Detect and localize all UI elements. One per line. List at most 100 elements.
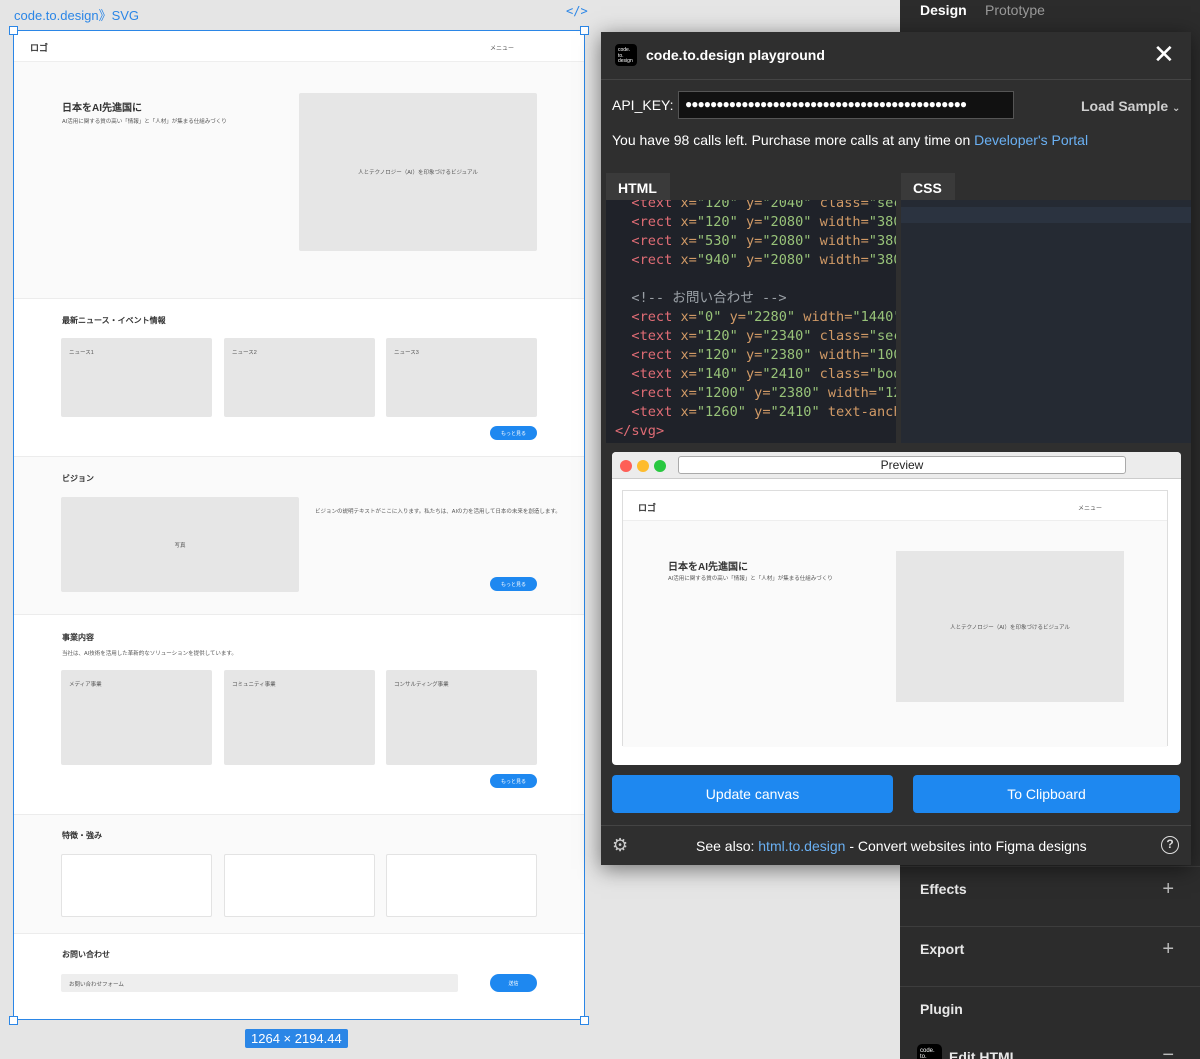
- add-export-icon[interactable]: +: [1162, 939, 1174, 959]
- code-token: <: [615, 404, 640, 420]
- code-token: "body": [868, 366, 896, 382]
- minimize-dot-icon[interactable]: [637, 460, 649, 472]
- css-active-line: [901, 207, 1191, 223]
- code-token: "2410": [762, 366, 812, 382]
- preview-hero-subtitle: AI活用に関する質の高い「情報」と「人材」が集まる仕組みづくり: [668, 576, 833, 582]
- tab-design[interactable]: Design: [920, 2, 967, 18]
- code-token: "120": [876, 385, 896, 401]
- mock-news-card: ニュース1: [61, 338, 212, 417]
- mock-news-card: ニュース3: [386, 338, 537, 417]
- code-token: y=: [737, 200, 763, 211]
- to-clipboard-button[interactable]: To Clipboard: [913, 775, 1180, 813]
- close-icon[interactable]: ✕: [1153, 41, 1175, 67]
- code-token: text: [639, 366, 673, 382]
- html-to-design-link[interactable]: html.to.design: [758, 838, 845, 854]
- code-token: rect: [639, 214, 673, 230]
- developer-portal-link[interactable]: Developer's Portal: [974, 132, 1088, 148]
- code-token: y=: [737, 214, 763, 230]
- code-token: y=: [721, 309, 746, 325]
- mock-features-section: 特徴・強み: [14, 815, 584, 934]
- code-token: x=: [672, 404, 697, 420]
- code-editor: HTML CSS <text x="120" y="2040" class="s…: [606, 173, 1191, 443]
- code-token: rect: [639, 385, 673, 401]
- plugin-item-label[interactable]: Edit HTML: [949, 1049, 1018, 1059]
- gear-icon[interactable]: ⚙: [612, 836, 628, 854]
- chevron-down-icon: ⌄: [1172, 103, 1181, 114]
- mock-news-label: ニュース3: [394, 350, 419, 356]
- size-badge: 1264 × 2194.44: [245, 1029, 348, 1048]
- close-dot-icon[interactable]: [620, 460, 632, 472]
- mock-vision-text: ビジョンの説明テキストがここに入ります。私たちは、AIの力を活用して日本の未来を…: [315, 509, 561, 515]
- plugin-logo-icon: code. to. design: [615, 44, 637, 66]
- update-canvas-button[interactable]: Update canvas: [612, 775, 893, 813]
- resize-handle[interactable]: [580, 1016, 589, 1025]
- code-token: class=: [811, 328, 869, 344]
- tab-prototype[interactable]: Prototype: [985, 2, 1045, 18]
- mock-contact-title: お問い合わせ: [62, 950, 110, 959]
- api-key-input[interactable]: ●●●●●●●●●●●●●●●●●●●●●●●●●●●●●●●●●●●●●●●●…: [678, 91, 1014, 119]
- tab-html[interactable]: HTML: [606, 173, 670, 200]
- mock-vision-photo: 写真: [61, 497, 299, 592]
- mock-header: ロゴ メニュー: [14, 31, 584, 62]
- mock-contact-section: お問い合わせ お問い合わせフォーム 送信: [14, 934, 584, 1019]
- code-token: "1440": [852, 309, 896, 325]
- code-token: width=: [795, 309, 853, 325]
- code-token: <: [615, 252, 640, 268]
- export-row: Export +: [900, 926, 1200, 976]
- code-token: x=: [672, 366, 697, 382]
- add-effect-icon[interactable]: +: [1162, 879, 1174, 899]
- code-token: "2040": [762, 200, 812, 211]
- mock-contact-form: お問い合わせフォーム: [61, 974, 458, 992]
- css-code-editor[interactable]: [901, 200, 1191, 443]
- remove-plugin-icon[interactable]: −: [1162, 1045, 1174, 1059]
- mock-business-title: 事業内容: [62, 633, 94, 642]
- code-token: "2410": [770, 404, 820, 420]
- code-line: <!-- お問い合わせ -->: [615, 289, 896, 308]
- plugin-footer: ⚙ See also: html.to.design - Convert web…: [601, 825, 1191, 865]
- selected-frame[interactable]: ロゴ メニュー 日本をAI先進国に AI活用に関する質の高い「情報」と「人材」が…: [13, 30, 585, 1020]
- mock-contact-submit-button: 送信: [490, 974, 537, 992]
- code-line: <text x="120" y="2040" class="section">: [615, 200, 896, 213]
- code-token: "2280": [746, 309, 796, 325]
- calls-text: You have 98 calls left. Purchase more ca…: [612, 132, 971, 148]
- code-token: <: [615, 347, 640, 363]
- mock-business-label: コンサルティング事業: [394, 682, 449, 688]
- tab-css[interactable]: CSS: [901, 173, 955, 200]
- mock-logo: ロゴ: [30, 43, 49, 53]
- code-token: "140": [696, 366, 738, 382]
- resize-handle[interactable]: [580, 26, 589, 35]
- code-token: "380": [868, 252, 896, 268]
- load-sample-dropdown[interactable]: Load Sample ⌄: [1081, 98, 1180, 114]
- code-token: <!-- お問い合わせ -->: [615, 290, 787, 306]
- plugin-label: Plugin: [920, 1001, 963, 1017]
- code-token: <: [615, 385, 640, 401]
- code-token: "380": [868, 214, 896, 230]
- mock-feature-card: [386, 854, 537, 917]
- code-token: width=: [819, 385, 877, 401]
- code-view-icon[interactable]: </>: [566, 4, 588, 18]
- mock-hero-section: 日本をAI先進国に AI活用に関する質の高い「情報」と「人材」が集まる仕組みづく…: [14, 62, 584, 299]
- code-token: "1260": [696, 404, 746, 420]
- code-token: y=: [737, 233, 763, 249]
- maximize-dot-icon[interactable]: [654, 460, 666, 472]
- code-token: "2080": [762, 252, 812, 268]
- preview-title: Preview: [678, 456, 1126, 474]
- html-code-editor[interactable]: <text x="120" y="2040" class="section"> …: [606, 200, 896, 443]
- code-line: <rect x="0" y="2280" width="1440" height…: [615, 308, 896, 327]
- code-token: rect: [639, 233, 673, 249]
- code-token: text: [639, 200, 673, 211]
- resize-handle[interactable]: [9, 1016, 18, 1025]
- code-token: >: [655, 423, 665, 439]
- resize-handle[interactable]: [9, 26, 18, 35]
- code-token: x=: [672, 328, 697, 344]
- help-icon[interactable]: ?: [1161, 836, 1179, 854]
- code-token: x=: [672, 233, 697, 249]
- plugin-window: code. to. design code.to.design playgrou…: [601, 32, 1191, 865]
- plugin-titlebar[interactable]: code. to. design code.to.design playgrou…: [601, 32, 1191, 80]
- code-token: rect: [639, 347, 673, 363]
- frame-label[interactable]: code.to.design》SVG: [14, 5, 139, 24]
- code-line: <rect x="1200" y="2380" width="120" heig…: [615, 384, 896, 403]
- preview-titlebar: Preview: [612, 452, 1181, 479]
- code-token: "380": [868, 233, 896, 249]
